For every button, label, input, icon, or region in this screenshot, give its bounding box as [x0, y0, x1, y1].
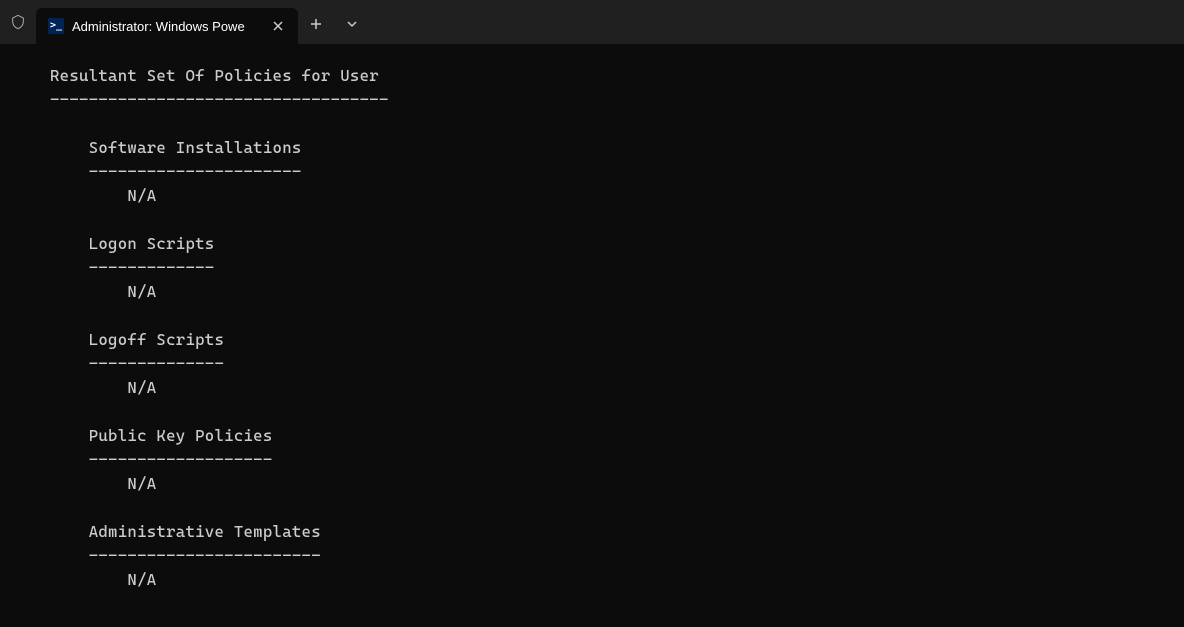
shield-icon [0, 0, 36, 44]
section-title: Logon Scripts [89, 234, 215, 253]
section-title: Administrative Templates [89, 522, 321, 541]
section-value: N/A [127, 282, 156, 301]
powershell-icon: >_ [48, 18, 64, 34]
section-title: Public Key Policies [89, 426, 273, 445]
section-underline: -------------- [89, 354, 224, 373]
section-title: Logoff Scripts [89, 330, 224, 349]
title-bar: >_ Administrator: Windows Powe [0, 0, 1184, 44]
tab-title: Administrator: Windows Powe [72, 19, 262, 34]
section-underline: ------------------- [89, 450, 273, 469]
new-tab-button[interactable] [298, 6, 334, 42]
tab-dropdown-button[interactable] [334, 6, 370, 42]
section-value: N/A [127, 186, 156, 205]
rsop-header-underline: ----------------------------------- [50, 90, 389, 109]
rsop-header: Resultant Set Of Policies for User [50, 66, 379, 85]
close-tab-button[interactable] [270, 18, 286, 34]
section-value: N/A [127, 570, 156, 589]
terminal-output[interactable]: Resultant Set Of Policies for User -----… [0, 44, 1184, 627]
terminal-tab[interactable]: >_ Administrator: Windows Powe [36, 8, 298, 44]
section-value: N/A [127, 378, 156, 397]
section-underline: ---------------------- [89, 162, 302, 181]
section-value: N/A [127, 474, 156, 493]
section-underline: ------------- [89, 258, 215, 277]
section-title: Software Installations [89, 138, 302, 157]
section-underline: ------------------------ [89, 546, 321, 565]
